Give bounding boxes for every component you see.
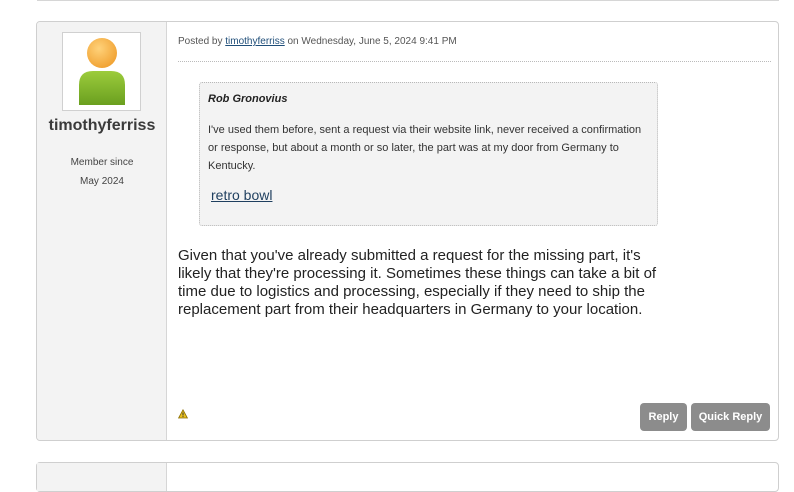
post-author-panel: timothyferriss Member since May 2024 xyxy=(37,22,167,440)
report-icon xyxy=(178,409,188,419)
author-profile-link[interactable]: timothyferriss xyxy=(225,36,284,47)
member-since-label: Member since xyxy=(70,157,134,168)
member-since-date: May 2024 xyxy=(80,176,124,187)
previous-post-divider xyxy=(37,0,779,1)
reply-button[interactable]: Reply xyxy=(640,403,687,431)
author-username[interactable]: timothyferriss xyxy=(37,117,167,135)
user-avatar-icon[interactable] xyxy=(62,32,141,111)
quote-author: Rob Gronovius xyxy=(208,93,288,105)
warning-icon[interactable] xyxy=(178,409,188,419)
member-since-info: Member since May 2024 xyxy=(37,153,167,191)
post-body: Given that you've already submitted a re… xyxy=(178,247,657,318)
post-content: Posted by timothyferriss on Wednesday, J… xyxy=(167,22,778,440)
next-post-author-panel xyxy=(37,463,167,491)
quote-text: I've used them before, sent a request vi… xyxy=(208,124,642,172)
avatar-silhouette-icon xyxy=(79,38,125,105)
quote-block: Rob Gronovius I've used them before, sen… xyxy=(199,82,658,226)
post-meta: Posted by timothyferriss on Wednesday, J… xyxy=(178,36,457,47)
quick-reply-button[interactable]: Quick Reply xyxy=(691,403,770,431)
next-forum-post xyxy=(36,462,779,492)
meta-divider xyxy=(178,61,771,62)
quote-link[interactable]: retro bowl xyxy=(211,187,272,203)
post-date: on Wednesday, June 5, 2024 9:41 PM xyxy=(287,36,457,47)
forum-post: timothyferriss Member since May 2024 Pos… xyxy=(36,21,779,441)
posted-by-label: Posted by xyxy=(178,36,223,47)
